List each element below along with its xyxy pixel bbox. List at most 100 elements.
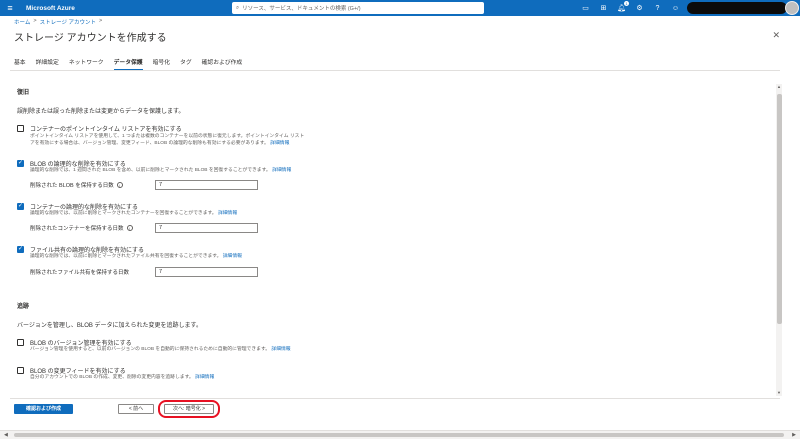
description-line-2: アを有効にする場合は、バージョン管理、変更フィード、BLOB の論理的な削除も有… <box>30 141 370 148</box>
description-text: 論理的な削除では、以前に削除とマークされたコンテナーを回復することができます。 <box>30 211 217 216</box>
top-bar: ≡ Microsoft Azure ⌕ リソース、サービス、ドキュメントの検索 … <box>0 0 800 16</box>
file-share-retention-days-input[interactable] <box>155 267 258 277</box>
field-label-text: 削除されたファイル共有を保持する日数 <box>30 270 130 276</box>
checkbox-container-soft-delete[interactable]: ✓ <box>17 202 24 210</box>
checkbox-row-point-in-time-restore[interactable]: コンテナーのポイントインタイム リストアを有効にする <box>17 124 182 133</box>
data-protection-form: 復旧 誤削除または誤った削除または変更からデータを保護します。 コンテナーのポイ… <box>14 78 774 390</box>
field-row-container-retention: 削除されたコンテナーを保持する日数 i <box>30 223 258 233</box>
tab-basics[interactable]: 基本 <box>14 57 26 70</box>
hamburger-icon[interactable]: ≡ <box>0 0 20 16</box>
settings-icon[interactable]: ⚙ <box>635 4 644 13</box>
avatar[interactable] <box>785 1 799 15</box>
divider <box>10 70 780 71</box>
search-placeholder: リソース、サービス、ドキュメントの検索 (G+/) <box>242 6 361 12</box>
field-label: 削除されたコンテナーを保持する日数 i <box>30 224 155 232</box>
tab-list: 基本 詳細設定 ネットワーク データ保護 暗号化 タグ 確認および作成 <box>14 57 242 70</box>
scrollbar-thumb[interactable] <box>776 94 782 324</box>
checkbox-label: ファイル共有の論理的な削除を有効にする <box>30 248 145 254</box>
checkbox-blob-soft-delete[interactable]: ✓ <box>17 159 24 167</box>
description-text: 自分のアカウントでの BLOB の作成、変更、削除の変更内容を追跡します。 <box>30 375 194 380</box>
scroll-left-icon[interactable]: ◀ <box>4 432 8 438</box>
tab-data-protection[interactable]: データ保護 <box>113 57 143 70</box>
checkbox-description: 論理的な削除では、以前に削除とマークされたファイル共有を回復することができます。… <box>30 254 340 261</box>
learn-more-link[interactable]: 詳細情報 <box>195 375 214 380</box>
scrollbar-thumb[interactable] <box>14 433 784 437</box>
breadcrumb-storage-accounts[interactable]: ストレージ アカウント <box>40 18 96 26</box>
tab-encryption[interactable]: 暗号化 <box>153 57 170 70</box>
feedback-icon[interactable]: ☺ <box>671 4 680 13</box>
close-icon[interactable]: ✕ <box>772 30 780 41</box>
checkbox-blob-change-feed[interactable] <box>17 366 24 374</box>
field-label-text: 削除された BLOB を保持する日数 <box>30 183 114 189</box>
cloud-shell-icon[interactable]: ▭ <box>581 4 590 13</box>
blob-retention-days-input[interactable] <box>155 180 258 190</box>
checkbox-description: ポイントインタイム リストアを使用して、1 つまたは複数のコンテナーを以前の状態… <box>30 134 370 148</box>
notifications-icon[interactable]: 🔔︎ 1 <box>617 0 629 13</box>
checkbox-row-file-share-soft-delete[interactable]: ✓ ファイル共有の論理的な削除を有効にする <box>17 245 144 254</box>
field-row-blob-retention: 削除された BLOB を保持する日数 i <box>30 180 258 190</box>
scroll-up-icon[interactable]: ▲ <box>776 84 782 90</box>
container-retention-days-input[interactable] <box>155 223 258 233</box>
checkbox-label: コンテナーの論理的な削除を有効にする <box>30 205 139 211</box>
description-text: 論理的な削除では、1 週間された BLOB を含め、以前に削除とマークされた B… <box>30 168 271 173</box>
info-icon[interactable]: i <box>116 182 123 188</box>
learn-more-link[interactable]: 詳細情報 <box>272 168 291 173</box>
learn-more-link[interactable]: 詳細情報 <box>218 211 237 216</box>
info-icon[interactable]: i <box>126 225 133 231</box>
field-label: 削除された BLOB を保持する日数 i <box>30 181 155 189</box>
learn-more-link[interactable]: 詳細情報 <box>270 141 289 146</box>
horizontal-scrollbar[interactable]: ◀ ▶ <box>0 430 800 439</box>
checkbox-row-blob-versioning[interactable]: BLOB のバージョン管理を有効にする <box>17 338 132 347</box>
tab-advanced[interactable]: 詳細設定 <box>36 57 59 70</box>
search-icon: ⌕ <box>236 4 240 11</box>
checkbox-row-blob-soft-delete[interactable]: ✓ BLOB の論理的な削除を有効にする <box>17 159 126 168</box>
description-text: アを有効にする場合は、バージョン管理、変更フィード、BLOB の論理的な削除も有… <box>30 140 269 146</box>
checkbox-file-share-soft-delete[interactable]: ✓ <box>17 245 24 253</box>
checkbox-label: コンテナーのポイントインタイム リストアを有効にする <box>30 127 182 133</box>
scroll-down-icon[interactable]: ▼ <box>776 390 782 396</box>
section-description-recovery: 誤削除または誤った削除または変更からデータを保護します。 <box>17 109 185 115</box>
search-input[interactable]: ⌕ リソース、サービス、ドキュメントの検索 (G+/) <box>232 2 484 14</box>
checkbox-description: バージョン管理を使用すると、以前のバージョンの BLOB を自動的に保持されるた… <box>30 347 340 354</box>
page-title: ストレージ アカウントを作成する <box>14 33 167 44</box>
checkbox-label: BLOB の変更フィードを有効にする <box>30 369 126 375</box>
learn-more-link[interactable]: 詳細情報 <box>223 254 242 259</box>
checkbox-blob-versioning[interactable] <box>17 338 24 346</box>
section-heading-tracking: 追跡 <box>17 304 30 310</box>
tab-networking[interactable]: ネットワーク <box>69 57 104 70</box>
previous-button[interactable]: < 前へ <box>118 404 154 414</box>
section-description-tracking: バージョンを管理し、BLOB データに加えられた変更を追跡します。 <box>17 323 202 329</box>
field-row-file-share-retention: 削除されたファイル共有を保持する日数 <box>30 267 258 277</box>
field-label: 削除されたファイル共有を保持する日数 <box>30 268 155 276</box>
next-encryption-button[interactable]: 次へ: 暗号化 > <box>164 404 214 414</box>
breadcrumb: ホーム > ストレージ アカウント > <box>14 18 102 26</box>
brand-name[interactable]: Microsoft Azure <box>26 5 75 12</box>
tab-review-create[interactable]: 確認および作成 <box>202 57 243 70</box>
checkbox-label: BLOB の論理的な削除を有効にする <box>30 162 126 168</box>
checkbox-row-container-soft-delete[interactable]: ✓ コンテナーの論理的な削除を有効にする <box>17 202 138 211</box>
vertical-scrollbar[interactable]: ▲ ▼ <box>776 84 782 396</box>
checkbox-point-in-time-restore[interactable] <box>17 124 24 132</box>
breadcrumb-home[interactable]: ホーム <box>14 18 30 26</box>
field-label-text: 削除されたコンテナーを保持する日数 <box>30 226 124 232</box>
description-text: 論理的な削除では、以前に削除とマークされたファイル共有を回復することができます。 <box>30 254 222 259</box>
description-text: バージョン管理を使用すると、以前のバージョンの BLOB を自動的に保持されるた… <box>30 347 271 352</box>
help-icon[interactable]: ? <box>653 4 662 13</box>
checkbox-description: 論理的な削除では、以前に削除とマークされたコンテナーを回復することができます。 … <box>30 211 340 218</box>
review-create-button[interactable]: 確認および作成 <box>14 404 73 414</box>
divider <box>10 398 780 399</box>
breadcrumb-separator: > <box>33 18 37 24</box>
learn-more-link[interactable]: 詳細情報 <box>271 347 290 352</box>
checkbox-label: BLOB のバージョン管理を有効にする <box>30 341 132 347</box>
section-heading-recovery: 復旧 <box>17 90 30 96</box>
description-line: ポイントインタイム リストアを使用して、1 つまたは複数のコンテナーを以前の状態… <box>30 134 305 139</box>
account-info[interactable] <box>687 2 787 14</box>
checkbox-description: 自分のアカウントでの BLOB の作成、変更、削除の変更内容を追跡します。 詳細… <box>30 375 340 382</box>
notification-badge: 1 <box>624 0 629 6</box>
checkbox-description: 論理的な削除では、1 週間された BLOB を含め、以前に削除とマークされた B… <box>30 168 340 175</box>
directory-filter-icon[interactable]: ⊞ <box>599 4 608 13</box>
scroll-right-icon[interactable]: ▶ <box>792 432 796 438</box>
breadcrumb-separator: > <box>98 18 103 24</box>
checkbox-row-blob-change-feed[interactable]: BLOB の変更フィードを有効にする <box>17 366 126 375</box>
tab-tags[interactable]: タグ <box>180 57 192 70</box>
